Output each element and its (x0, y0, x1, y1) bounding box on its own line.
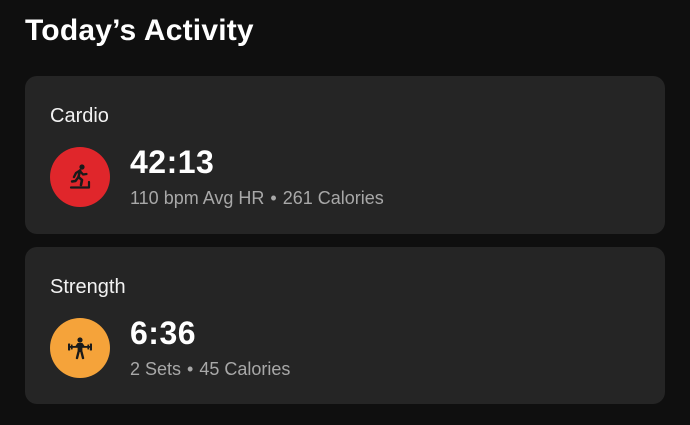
card-title: Strength (50, 276, 126, 298)
weightlifter-icon (50, 318, 110, 378)
card-title: Cardio (50, 105, 109, 127)
runner-icon (50, 147, 110, 207)
calories-stat: 261 Calories (282, 188, 384, 208)
stats-line: 2 Sets • 45 Calories (130, 359, 290, 380)
duration-value: 6:36 (130, 315, 197, 351)
sets-stat: 2 Sets (130, 359, 182, 379)
duration-value: 42:13 (130, 144, 215, 180)
strength-card[interactable]: Strength 6:36 2 Sets • 45 Calories (25, 247, 665, 404)
calories-stat: 45 Calories (199, 359, 291, 379)
activity-screen: Today’s Activity Cardio 42:13 110 bpm Av… (0, 0, 690, 425)
avg-hr-stat: 110 bpm Avg HR (130, 188, 265, 208)
separator-dot: • (187, 359, 194, 379)
stats-line: 110 bpm Avg HR • 261 Calories (130, 188, 384, 209)
cardio-card[interactable]: Cardio 42:13 110 bpm Avg HR • 261 Calories (25, 76, 665, 234)
separator-dot: • (270, 188, 277, 208)
page-title: Today’s Activity (25, 14, 254, 47)
